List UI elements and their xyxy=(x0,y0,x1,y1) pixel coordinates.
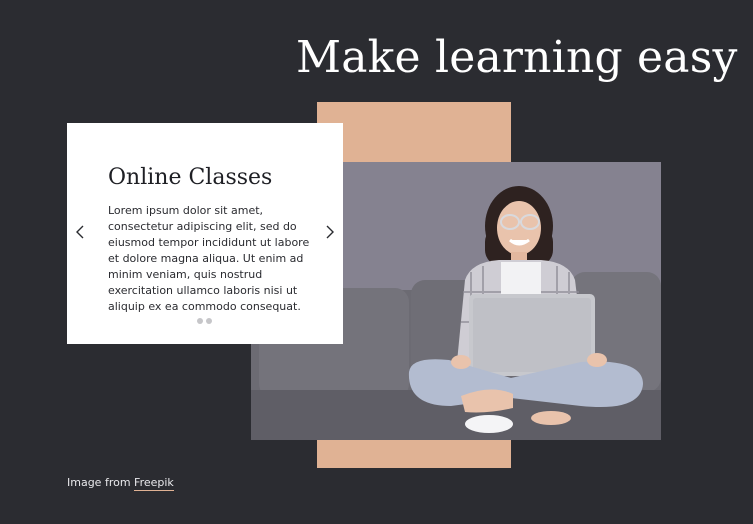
page-title: Make learning easy xyxy=(296,32,738,83)
carousel-next-button[interactable] xyxy=(322,223,338,243)
chevron-right-icon xyxy=(326,224,334,243)
carousel-indicators xyxy=(197,318,212,324)
freepik-link[interactable]: Freepik xyxy=(134,476,174,491)
carousel-dot-2[interactable] xyxy=(206,318,212,324)
carousel-prev-button[interactable] xyxy=(72,223,88,243)
image-credit: Image from Freepik xyxy=(67,475,174,491)
card-description: Lorem ipsum dolor sit amet, consectetur … xyxy=(108,204,310,313)
carousel-dot-1[interactable] xyxy=(197,318,203,324)
content-card: Online Classes Lorem ipsum dolor sit ame… xyxy=(67,123,343,344)
card-title: Online Classes xyxy=(108,165,273,190)
chevron-left-icon xyxy=(76,224,84,243)
image-credit-prefix: Image from xyxy=(67,476,131,489)
